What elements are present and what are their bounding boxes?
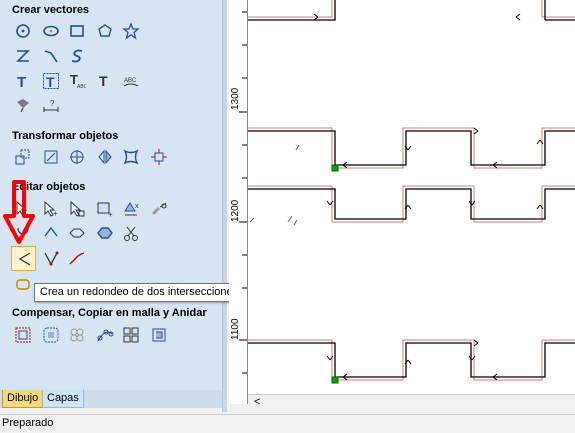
status-text: Preparado [2, 417, 54, 429]
ellipse-tool-icon[interactable] [40, 20, 62, 42]
svg-text:T: T [46, 74, 55, 90]
knife-tool-icon[interactable] [148, 198, 170, 220]
section-title-compensar: Compensar, Copiar en malla y Anidar [12, 307, 207, 319]
ruler-label-1200: 1200 [230, 199, 241, 222]
annotation-down-arrow [3, 180, 35, 244]
svg-text:T: T [17, 74, 26, 90]
size-tool-icon[interactable] [148, 146, 170, 168]
extend-tool-icon[interactable] [40, 222, 62, 244]
rotate-tool-icon[interactable] [40, 146, 62, 168]
svg-text:?: ? [50, 99, 55, 108]
toolpath-drawing [248, 0, 575, 384]
scissors-icon[interactable] [120, 222, 142, 244]
svg-text:+: + [108, 210, 113, 218]
svg-text:ABC: ABC [77, 84, 86, 90]
move-tool-icon[interactable] [12, 146, 34, 168]
text-on-curve-icon[interactable]: T ABC [66, 70, 88, 92]
polyline-tool-icon[interactable] [12, 45, 34, 67]
bitmap-trace-icon[interactable] [12, 94, 34, 116]
drawing-canvas[interactable] [248, 0, 575, 394]
mirror-tool-icon[interactable] [94, 146, 116, 168]
scroll-left-arrow-icon[interactable]: < [254, 395, 260, 409]
boundary-offset-icon[interactable] [40, 324, 62, 346]
panel-tabs: Dibujo Capas [0, 390, 222, 408]
line-tool-icon[interactable] [40, 45, 62, 67]
copy-along-vector-icon[interactable] [94, 324, 116, 346]
tab-capas[interactable]: Capas [42, 390, 84, 408]
panel-splitter[interactable] [222, 0, 227, 412]
offset-tool-icon[interactable] [12, 324, 34, 346]
array-copy-icon[interactable] [120, 324, 142, 346]
ruler-label-1300: 1300 [230, 87, 241, 110]
curve-tool-icon[interactable] [66, 45, 88, 67]
weld-tool-icon[interactable] [66, 222, 88, 244]
add-node-icon[interactable]: + [40, 198, 62, 220]
tooltip: Crea un redondeo de dos intersecciones [34, 283, 245, 302]
nest-tool-icon[interactable] [66, 324, 88, 346]
rectangle-tool-icon[interactable] [66, 20, 88, 42]
text-edit-tool-icon[interactable]: T [94, 70, 116, 92]
polygon-tool-icon[interactable] [94, 20, 116, 42]
section-title-crear-vectores: Crear vectores [12, 4, 90, 16]
measure-tool-icon[interactable]: ? [40, 94, 62, 116]
status-bar: Preparado [0, 414, 575, 433]
text-box-tool-icon[interactable]: T [40, 70, 62, 92]
horizontal-scrollbar[interactable]: < [248, 394, 575, 409]
start-node-marker [331, 164, 339, 172]
chamfer-tool-icon[interactable] [40, 247, 62, 269]
section-title-transformar-objetos: Transformar objetos [12, 130, 119, 142]
distort-tool-icon[interactable] [120, 146, 142, 168]
svg-text:+: + [53, 209, 58, 218]
circle-tool-icon[interactable] [12, 20, 34, 42]
tool-sidebar: Crear vectores T T T ABC T ABC ? Transfor… [0, 0, 222, 390]
vertical-ruler: 1300 1200 1100 [229, 0, 248, 404]
nesting-icon[interactable] [148, 324, 170, 346]
ruler-label-1100: 1100 [230, 318, 241, 340]
corner-tool-icon[interactable] [12, 273, 34, 295]
star-tool-icon[interactable] [120, 20, 142, 42]
svg-text:x: x [135, 203, 139, 210]
svg-text:ABC: ABC [124, 78, 137, 84]
align-tool-icon[interactable] [66, 146, 88, 168]
trim-tool-icon[interactable]: x [120, 198, 142, 220]
start-node-marker [331, 376, 339, 384]
smooth-curve-icon[interactable] [66, 247, 88, 269]
text-arc-tool-icon[interactable]: ABC [120, 70, 142, 92]
delete-node-icon[interactable] [66, 198, 88, 220]
fillet-tool-icon[interactable] [11, 246, 36, 271]
offset-edit-icon[interactable] [94, 222, 116, 244]
text-tool-icon[interactable]: T [12, 70, 34, 92]
tab-dibujo[interactable]: Dibujo [2, 390, 44, 408]
image-edit-icon[interactable]: + [94, 198, 116, 220]
svg-text:T: T [99, 73, 108, 89]
